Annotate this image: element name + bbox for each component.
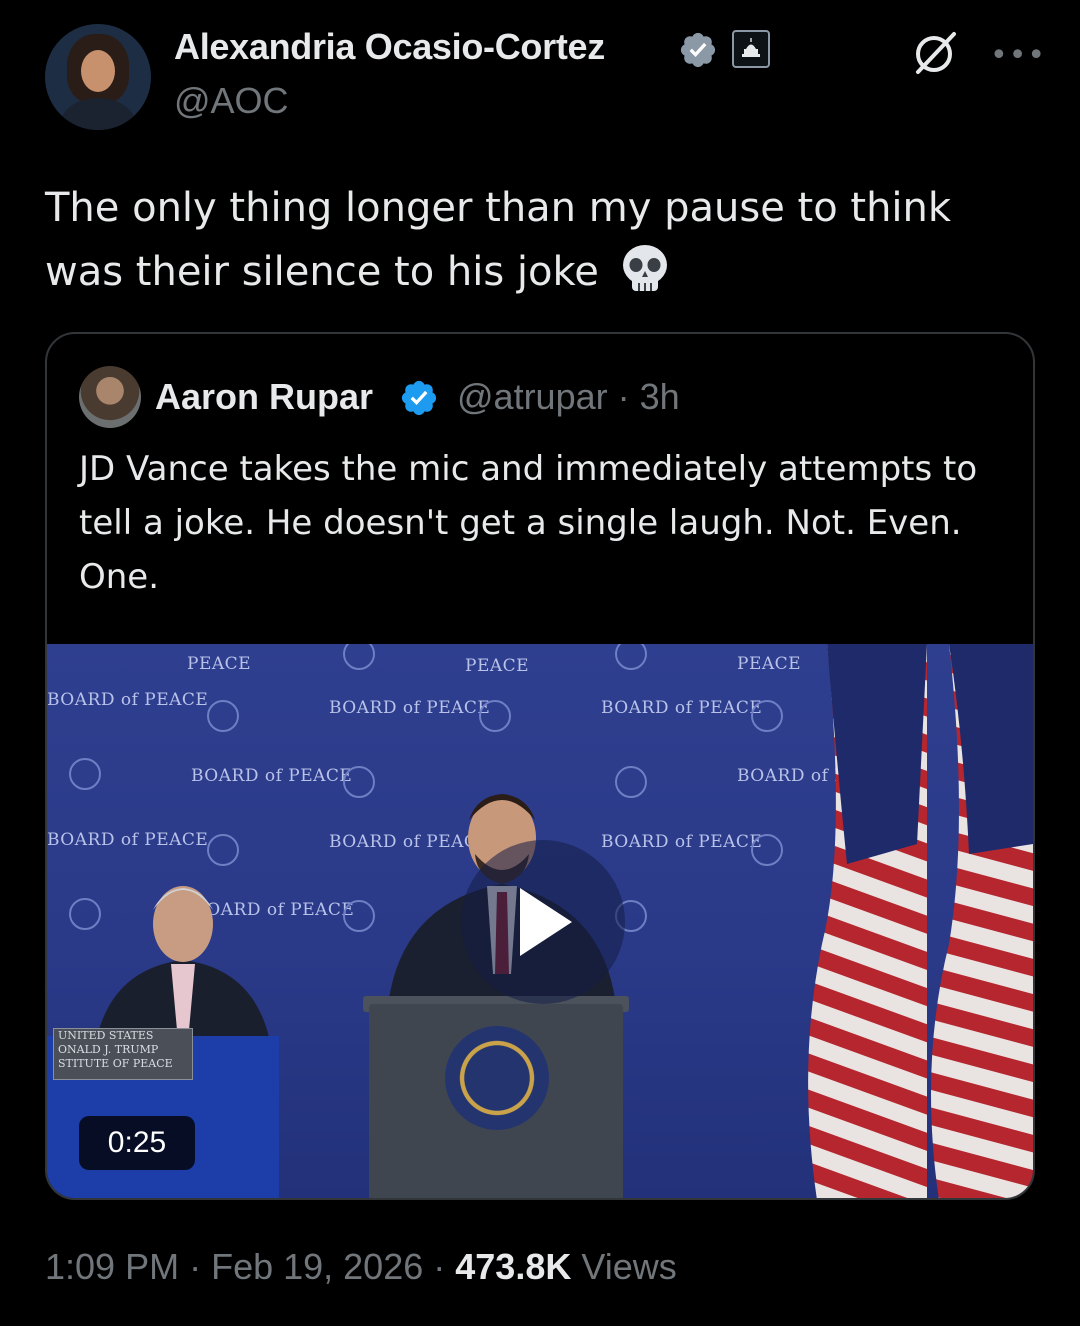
backdrop-text: PEACE xyxy=(187,654,252,674)
tweet-text-content: The only thing longer than my pause to t… xyxy=(45,185,952,295)
more-icon[interactable]: ••• xyxy=(990,38,1046,73)
author-handle[interactable]: @AOC xyxy=(174,80,289,122)
quoted-author-avatar[interactable] xyxy=(79,366,141,428)
quoted-verified-badge-icon xyxy=(401,380,437,416)
play-icon xyxy=(520,888,572,956)
video-player[interactable]: BOARD of PEACE BOARD of PEACE PEACE BOAR… xyxy=(47,644,1033,1198)
presidential-seal xyxy=(445,1026,549,1130)
separator: · xyxy=(423,1246,456,1287)
backdrop-text: BOARD of PEACE xyxy=(601,698,763,718)
nameplate: UNITED STATES ONALD J. TRUMP STITUTE OF … xyxy=(53,1028,193,1080)
backdrop-text: BOARD of PEACE xyxy=(329,698,491,718)
quoted-author-name[interactable]: Aaron Rupar xyxy=(155,376,373,418)
separator: · xyxy=(179,1246,212,1287)
views-count[interactable]: 473.8K xyxy=(455,1246,571,1287)
author-display-name[interactable]: Alexandria Ocasio-Cortez xyxy=(174,26,605,68)
grok-icon[interactable] xyxy=(908,28,962,76)
tweet-date[interactable]: Feb 19, 2026 xyxy=(211,1246,423,1287)
views-label: Views xyxy=(581,1246,677,1287)
us-flag-right xyxy=(931,644,1033,1198)
skull-icon xyxy=(622,245,667,291)
quoted-handle-time[interactable]: @atrupar · 3h xyxy=(457,376,680,418)
quoted-tweet-card[interactable]: Aaron Rupar @atrupar · 3h JD Vance takes… xyxy=(45,332,1035,1200)
tweet-text: The only thing longer than my pause to t… xyxy=(45,176,1035,304)
backdrop-text: BOARD of PEACE xyxy=(191,766,353,786)
tweet-time[interactable]: 1:09 PM xyxy=(45,1246,179,1287)
backdrop-text: BOARD of PEACE xyxy=(47,830,209,850)
backdrop-text: BOARD of PEACE xyxy=(601,832,763,852)
video-duration: 0:25 xyxy=(79,1116,195,1170)
quoted-tweet-text: JD Vance takes the mic and immediately a… xyxy=(79,449,978,597)
play-button[interactable] xyxy=(461,840,625,1004)
capitol-badge-icon[interactable] xyxy=(732,30,770,68)
tweet-meta: 1:09 PM · Feb 19, 2026 · 473.8K Views xyxy=(45,1246,677,1288)
verified-badge-icon[interactable] xyxy=(678,30,718,70)
backdrop-text: BOARD of PEACE xyxy=(47,690,209,710)
backdrop-text: PEACE xyxy=(465,656,530,676)
us-flag-left xyxy=(808,644,927,1198)
author-avatar[interactable] xyxy=(45,24,151,130)
